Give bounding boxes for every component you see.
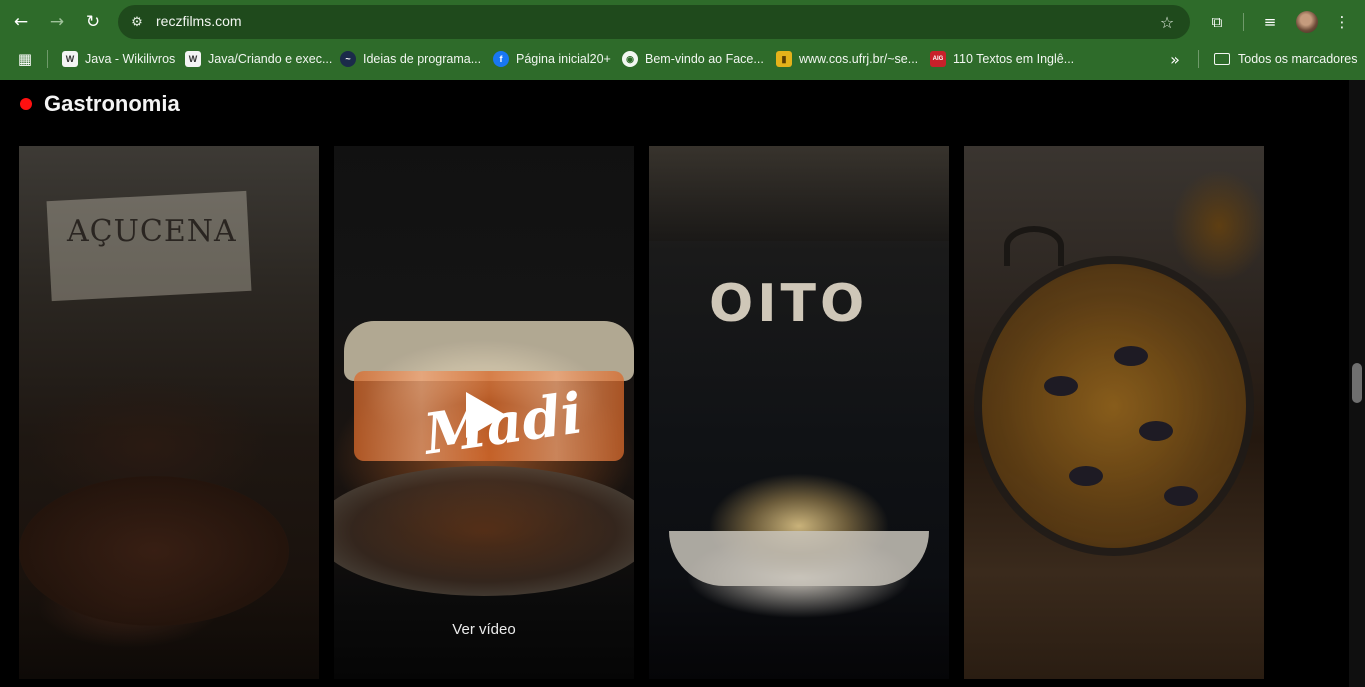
bookmark-item[interactable]: ◉ Bem-vindo ao Face... [622, 48, 764, 70]
bookmark-item[interactable]: W Java - Wikilivros [62, 48, 175, 70]
mussel-graphic [1069, 466, 1103, 486]
arrow-left-icon: ← [13, 12, 29, 32]
bookmark-label: Java/Criando e exec... [208, 52, 333, 66]
reload-button[interactable]: ↻ [80, 9, 106, 35]
video-card-acucena[interactable]: AÇUCENA [19, 146, 319, 679]
bookmarks-bar: W Java - Wikilivros W Java/Criando e exe… [0, 44, 1365, 74]
bookmark-item[interactable]: AIG 110 Textos em Inglê... [930, 48, 1074, 70]
folder-icon [1214, 53, 1230, 65]
chevron-double-right-icon[interactable]: » [1165, 48, 1185, 70]
facebook-icon: f [493, 51, 509, 67]
browser-toolbar: ← → ↻ ⚙ reczfilms.com ☆ ⧉ ≡ ⋮ [0, 0, 1365, 44]
section-title: Gastronomia [44, 91, 180, 116]
arrow-right-icon: → [49, 12, 65, 32]
page-content: Gastronomia AÇUCENA Madi Ver vídeo OITO [0, 80, 1349, 687]
globe-icon: ◉ [622, 51, 638, 67]
bookmark-item[interactable]: W Java/Criando e exec... [185, 48, 332, 70]
bookmark-label: Página inicial20+ [516, 52, 611, 66]
all-bookmarks-button[interactable]: Todos os marcadores [1214, 48, 1358, 70]
mussel-graphic [1044, 376, 1078, 396]
photo-signage-text: OITO [709, 274, 869, 334]
video-card-madi[interactable]: Madi Ver vídeo [334, 146, 634, 679]
scrollbar-thumb[interactable] [1352, 363, 1362, 403]
bookmark-label: Ideias de programa... [363, 52, 482, 66]
site-favicon-icon: AIG [930, 51, 946, 67]
bookmark-item[interactable]: ~ Ideias de programa... [340, 48, 481, 70]
forward-button[interactable]: → [44, 9, 70, 35]
star-icon[interactable]: ☆ [1156, 11, 1178, 33]
site-favicon-icon: ▮ [776, 51, 792, 67]
record-dot-icon [20, 98, 32, 110]
back-button[interactable]: ← [8, 9, 34, 35]
mussel-graphic [1139, 421, 1173, 441]
bookmark-label: www.cos.ufrj.br/~se... [799, 52, 919, 66]
browser-chrome: ← → ↻ ⚙ reczfilms.com ☆ ⧉ ≡ ⋮ ▦ W Java -… [0, 0, 1365, 80]
curtain-graphic [649, 146, 949, 241]
tune-icon[interactable]: ⚙ [126, 11, 148, 33]
video-card-oito[interactable]: OITO [649, 146, 949, 679]
watch-video-link[interactable]: Ver vídeo [334, 621, 634, 638]
address-bar[interactable]: ⚙ reczfilms.com ☆ [118, 5, 1190, 39]
bookmark-label: Bem-vindo ao Face... [645, 52, 764, 66]
playlist-icon: ≡ [1263, 13, 1277, 31]
bookmarks-divider [1198, 50, 1199, 68]
bookmark-label: 110 Textos em Inglê... [953, 52, 1075, 66]
pizza-plate-graphic [19, 476, 289, 626]
browser-menu-button[interactable]: ⋮ [1329, 9, 1355, 35]
puzzle-icon: ⧉ [1211, 13, 1223, 31]
page-scrollbar[interactable] [1349, 80, 1365, 687]
avatar[interactable] [1296, 11, 1318, 33]
extensions-button[interactable]: ⧉ [1204, 9, 1230, 35]
wikibooks-icon: W [62, 51, 78, 67]
plate-graphic [334, 466, 634, 596]
wikibooks-icon: W [185, 51, 201, 67]
section-header: Gastronomia [20, 91, 180, 117]
mussel-graphic [1164, 486, 1198, 506]
address-bar-url[interactable]: reczfilms.com [156, 13, 242, 29]
bookmark-item[interactable]: ▮ www.cos.ufrj.br/~se... [776, 48, 918, 70]
play-icon[interactable] [466, 392, 506, 438]
bookmark-item[interactable]: f Página inicial20+ [493, 48, 611, 70]
all-bookmarks-label: Todos os marcadores [1238, 52, 1358, 66]
photo-signage-text: AÇUCENA [67, 214, 237, 249]
bookmark-label: Java - Wikilivros [85, 52, 176, 66]
media-control-button[interactable]: ≡ [1257, 9, 1283, 35]
bowl-graphic [669, 531, 929, 586]
pan-handle-graphic [1004, 226, 1064, 266]
kebab-menu-icon: ⋮ [1334, 13, 1350, 31]
toolbar-divider [1243, 13, 1244, 31]
mussel-graphic [1114, 346, 1148, 366]
video-card-paella[interactable] [964, 146, 1264, 679]
paella-pan-graphic [974, 256, 1254, 556]
site-favicon-icon: ~ [340, 51, 356, 67]
reload-icon: ↻ [85, 12, 101, 32]
